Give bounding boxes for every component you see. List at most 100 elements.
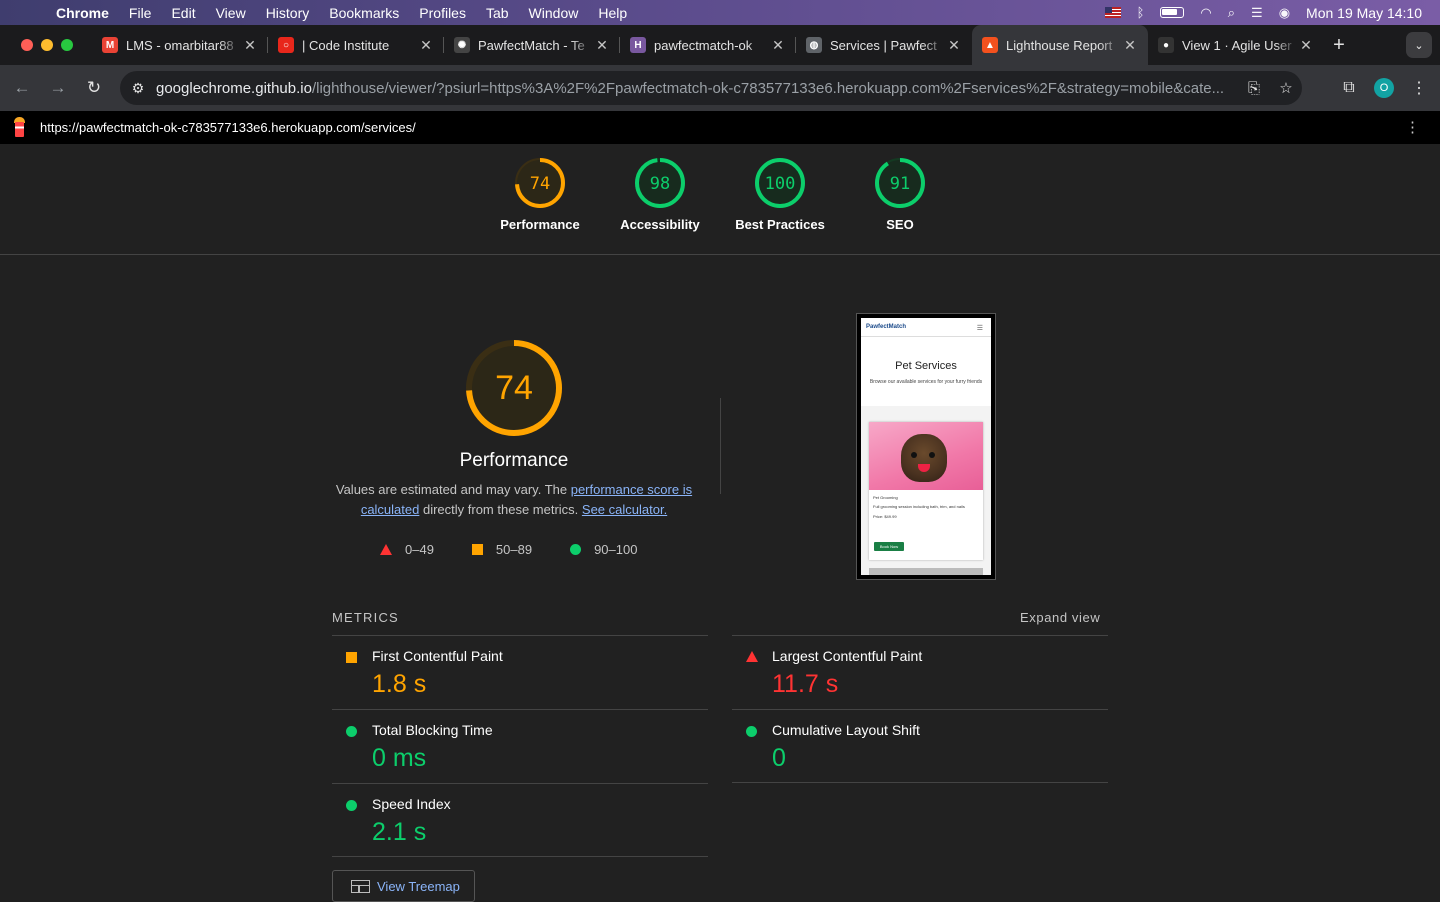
metric-value: 11.7 s xyxy=(772,670,839,698)
gauge-accessibility[interactable]: 98 Accessibility xyxy=(600,157,720,232)
battery-icon[interactable] xyxy=(1160,7,1185,18)
bluetooth-icon[interactable]: ᛒ xyxy=(1137,5,1145,20)
browser-tab[interactable]: ▲ Lighthouse Report ✕ xyxy=(972,25,1148,65)
extensions-puzzle-icon[interactable]: ⧉ xyxy=(1338,79,1360,97)
close-tab-icon[interactable]: ✕ xyxy=(946,37,962,54)
globe-icon: ◍ xyxy=(806,37,822,53)
report-url[interactable]: https://pawfectmatch-ok-c783577133e6.her… xyxy=(40,120,416,135)
gauge-ring: 100 xyxy=(755,158,805,208)
close-window-button[interactable] xyxy=(21,39,33,51)
browser-tab[interactable]: M LMS - omarbitar88 ✕ xyxy=(92,25,268,65)
site-info-icon[interactable]: ⚙ xyxy=(120,80,156,97)
install-app-icon[interactable]: ⎘ xyxy=(1238,80,1270,97)
address-bar[interactable]: ⚙ googlechrome.github.io/lighthouse/view… xyxy=(120,71,1302,105)
siri-icon[interactable]: ◉ xyxy=(1279,5,1290,21)
reload-button[interactable]: ↻ xyxy=(76,78,112,98)
gauge-score: 100 xyxy=(765,174,796,194)
tab-search-button[interactable]: ⌄ xyxy=(1406,32,1432,58)
minimize-window-button[interactable] xyxy=(41,39,53,51)
expand-view-toggle[interactable]: Expand view xyxy=(1020,610,1100,625)
toolbar-right: ⧉ O ⋮ xyxy=(1338,65,1430,111)
wifi-icon[interactable]: ◠ xyxy=(1200,5,1211,21)
gauge-best-practices[interactable]: 100 Best Practices xyxy=(720,157,840,232)
browser-tab[interactable]: ✺ PawfectMatch - Te ✕ xyxy=(444,25,620,65)
performance-title: Performance xyxy=(459,450,569,471)
close-tab-icon[interactable]: ✕ xyxy=(1298,37,1314,54)
menu-app-chrome[interactable]: Chrome xyxy=(56,5,109,21)
input-source-flag-icon[interactable] xyxy=(1104,7,1121,18)
browser-tab[interactable]: ● View 1 · Agile User ✕ xyxy=(1148,25,1324,65)
pass-circle-icon xyxy=(346,800,357,811)
screenshot-service-card: Pet Grooming Full grooming session inclu… xyxy=(869,422,983,560)
gauge-score: 98 xyxy=(650,174,670,194)
close-tab-icon[interactable]: ✕ xyxy=(770,37,786,54)
screenshot-subtitle: Browse our available services for your f… xyxy=(869,379,983,385)
desc-text: directly from these metrics. xyxy=(419,502,582,517)
see-calculator-link[interactable]: See calculator. xyxy=(582,502,667,517)
tab-list: M LMS - omarbitar88 ✕ ○ | Code Institute ✕ ✺ Pa… xyxy=(92,25,1324,65)
screenshot-page: PawfectMatch ☰ Pet Services Browse our a… xyxy=(861,318,991,575)
gauge-performance[interactable]: 74 Performance xyxy=(480,157,600,232)
window-controls xyxy=(0,39,92,51)
control-center-icon[interactable]: ☰ xyxy=(1251,5,1263,21)
treemap-icon xyxy=(351,879,370,893)
browser-tab[interactable]: ◍ Services | Pawfect ✕ xyxy=(796,25,972,65)
address-host: googlechrome.github.io xyxy=(156,79,312,97)
zoom-window-button[interactable] xyxy=(61,39,73,51)
gauge-ring: 98 xyxy=(635,158,685,208)
close-tab-icon[interactable]: ✕ xyxy=(594,37,610,54)
card-text: Pet Grooming Full grooming session inclu… xyxy=(873,494,979,520)
menu-view[interactable]: View xyxy=(216,5,246,21)
menu-edit[interactable]: Edit xyxy=(171,5,195,21)
metric-name: First Contentful Paint xyxy=(372,648,503,664)
new-tab-button[interactable]: + xyxy=(1324,34,1354,57)
back-button[interactable]: ← xyxy=(4,78,40,98)
profile-avatar[interactable]: O xyxy=(1374,78,1394,98)
fail-triangle-icon xyxy=(380,544,392,555)
address-url[interactable]: googlechrome.github.io/lighthouse/viewer… xyxy=(156,80,1238,97)
menu-bookmarks[interactable]: Bookmarks xyxy=(329,5,399,21)
dog-photo xyxy=(869,422,983,490)
pass-circle-icon xyxy=(570,544,582,555)
close-tab-icon[interactable]: ✕ xyxy=(418,37,434,54)
card-book-button: Book Now xyxy=(874,542,904,551)
metric-value: 0 xyxy=(772,744,786,772)
metrics-divider xyxy=(732,782,1108,783)
report-tools-menu-icon[interactable]: ⋮ xyxy=(1405,118,1420,136)
browser-tab-strip: M LMS - omarbitar88 ✕ ○ | Code Institute ✕ ✺ Pa… xyxy=(0,25,1440,65)
metric-value: 0 ms xyxy=(372,744,427,772)
spotlight-search-icon[interactable]: ⌕ xyxy=(1228,5,1235,21)
metric-name: Cumulative Layout Shift xyxy=(772,722,920,738)
browser-tab[interactable]: Hpawfectmatch-ok ✕ xyxy=(620,25,796,65)
menu-file[interactable]: File xyxy=(129,5,152,21)
menu-history[interactable]: History xyxy=(266,5,310,21)
bookmark-star-icon[interactable]: ☆ xyxy=(1270,79,1302,97)
close-tab-icon[interactable]: ✕ xyxy=(1122,37,1138,54)
heroku-icon: H xyxy=(630,37,646,53)
view-treemap-button[interactable]: View Treemap xyxy=(332,870,475,902)
chrome-menu-icon[interactable]: ⋮ xyxy=(1408,78,1430,98)
legend-pass: 90–100 xyxy=(570,542,637,557)
menubar-clock[interactable]: Mon 19 May 14:10 xyxy=(1306,5,1422,21)
metric-speed-index: Speed Index 2.1 s xyxy=(332,783,708,857)
menu-profiles[interactable]: Profiles xyxy=(419,5,466,21)
menu-tab[interactable]: Tab xyxy=(486,5,509,21)
close-tab-icon[interactable]: ✕ xyxy=(242,37,258,54)
code-institute-icon: ○ xyxy=(278,37,294,53)
browser-tab[interactable]: ○ | Code Institute ✕ xyxy=(268,25,444,65)
legend-label: 90–100 xyxy=(594,542,638,557)
gauge-label: Performance xyxy=(500,217,580,232)
menu-window[interactable]: Window xyxy=(529,5,579,21)
menubar-status-area: ᛒ ◠ ⌕ ☰ ◉ Mon 19 May 14:10 xyxy=(1104,0,1422,25)
gauge-seo[interactable]: 91 SEO xyxy=(840,157,960,232)
average-square-icon xyxy=(471,544,483,555)
card-title: Pet Grooming xyxy=(873,495,898,500)
metrics-header: METRICS xyxy=(332,610,399,625)
forward-button[interactable]: → xyxy=(40,78,76,98)
metric-lcp: Largest Contentful Paint 11.7 s xyxy=(732,635,1108,709)
menu-help[interactable]: Help xyxy=(598,5,627,21)
pass-circle-icon xyxy=(746,726,757,737)
metric-value: 1.8 s xyxy=(372,670,427,698)
legend-label: 50–89 xyxy=(495,542,533,557)
final-screenshot[interactable]: PawfectMatch ☰ Pet Services Browse our a… xyxy=(856,313,996,580)
